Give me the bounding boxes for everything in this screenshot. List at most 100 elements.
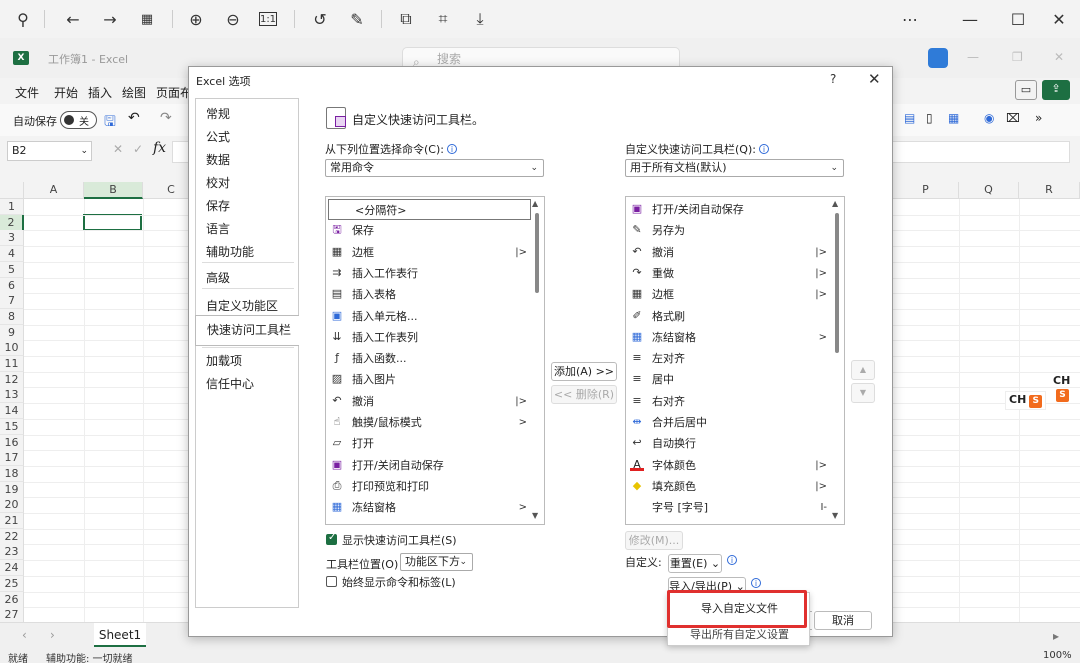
more-icon[interactable]: ⋯ <box>899 8 921 30</box>
scroll-down-icon[interactable]: ▼ <box>832 511 838 520</box>
tab-file[interactable]: 文件 <box>15 84 39 101</box>
list-item[interactable]: ▦ 边框 |> <box>328 242 531 263</box>
download-icon[interactable]: ⤓ <box>469 8 491 30</box>
scroll-up-icon[interactable]: ▲ <box>832 199 838 208</box>
save-as-icon[interactable]: 🖫 <box>104 111 116 135</box>
prev-sheet-icon[interactable]: ‹ <box>22 628 27 642</box>
row-header[interactable]: 22 <box>0 528 24 545</box>
list-item[interactable]: ≡ 右对齐 <box>628 391 831 412</box>
column-header[interactable]: R <box>1019 182 1080 199</box>
undo-icon[interactable]: ↶ <box>128 110 140 126</box>
list-item[interactable]: ◆ 填充颜色 |> <box>628 476 831 497</box>
export-all-customizations-item[interactable]: 导出所有自定义设置 <box>668 623 811 647</box>
list-item[interactable]: ⎙ 打印预览和打印 <box>328 476 531 497</box>
list-item[interactable]: ▦ 边框 |> <box>628 284 831 305</box>
back-arrow-icon[interactable]: ← <box>62 8 84 30</box>
more-commands-icon[interactable]: » <box>1035 111 1042 125</box>
list-item[interactable]: 字号 [字号] I- <box>628 497 831 518</box>
document-icon[interactable]: ▯ <box>926 111 933 125</box>
toolbar-commands-list[interactable]: ▲ ▼ ▣ 打开/关闭自动保存 ✎ 另存为 ↶ 撤消 |> ↷ 重做 |> ▦ 边框 |> ✐ 格式刷 ▦ 冻结… <box>625 196 845 525</box>
row-header[interactable]: 12 <box>0 371 24 388</box>
row-header[interactable]: 4 <box>0 246 24 263</box>
comment-icon[interactable]: ▭ <box>1015 80 1037 100</box>
show-toolbar-checkbox[interactable] <box>326 532 337 545</box>
row-header[interactable]: 13 <box>0 387 24 404</box>
cancel-entry-icon[interactable]: ✕ <box>113 142 123 156</box>
row-header[interactable]: 17 <box>0 450 24 467</box>
list-item[interactable]: ↶ 撤消 |> <box>628 242 831 263</box>
row-header[interactable]: 9 <box>0 324 24 341</box>
info-icon[interactable]: i <box>751 578 761 588</box>
row-header[interactable]: 3 <box>0 230 24 247</box>
tab-home[interactable]: 开始 <box>54 84 78 101</box>
import-custom-file-item[interactable]: 导入自定义文件 <box>668 597 811 621</box>
nav-add-ins[interactable]: 加载项 <box>206 352 242 369</box>
toolbar-position-select[interactable]: 功能区下方 ⌄ <box>400 553 473 571</box>
column-header[interactable]: P <box>893 182 959 199</box>
forward-arrow-icon[interactable]: → <box>99 8 121 30</box>
next-sheet-icon[interactable]: › <box>50 628 55 642</box>
autosave-toggle[interactable]: 关 <box>60 111 97 129</box>
scrollbar-thumb[interactable] <box>535 213 539 293</box>
scrollbar[interactable]: ▲ ▼ <box>831 199 842 522</box>
row-header[interactable]: 20 <box>0 497 24 514</box>
tab-draw[interactable]: 绘图 <box>122 84 146 101</box>
list-item[interactable]: ▤ 插入表格 <box>328 284 531 305</box>
list-item[interactable]: ↷ 重做 |> <box>628 263 831 284</box>
rotate-icon[interactable]: ↺ <box>309 8 331 30</box>
edit-icon[interactable]: ✎ <box>346 8 368 30</box>
add-button[interactable]: 添加(A) >> <box>551 362 617 381</box>
row-header[interactable]: 1 <box>0 199 24 215</box>
zoom-in-icon[interactable]: ⊕ <box>185 8 207 30</box>
scrollbar[interactable]: ▲ ▼ <box>531 199 542 522</box>
row-header[interactable]: 23 <box>0 544 24 561</box>
scroll-up-icon[interactable]: ▲ <box>532 199 538 208</box>
list-item[interactable]: ≡ 居中 <box>628 369 831 390</box>
row-header[interactable]: 2 <box>0 214 24 231</box>
row-header[interactable]: 19 <box>0 481 24 498</box>
move-up-button[interactable]: ▲ <box>851 360 875 380</box>
list-item[interactable]: ƒ 插入函数... <box>328 348 531 369</box>
pin-icon[interactable]: ⚲ <box>12 8 34 30</box>
list-item[interactable]: ▣ 打开/关闭自动保存 <box>628 199 831 220</box>
list-item[interactable]: A 字体颜色 |> <box>628 455 831 476</box>
remove-button[interactable]: << 删除(R) <box>551 385 617 404</box>
clear-format-icon[interactable]: ⌧ <box>1006 111 1020 125</box>
list-item[interactable]: ≡ 左对齐 <box>628 348 831 369</box>
row-header[interactable]: 21 <box>0 513 24 529</box>
close-icon[interactable]: ✕ <box>1054 50 1064 64</box>
list-item[interactable]: ⇉ 插入工作表行 <box>328 263 531 284</box>
list-item[interactable]: ⇊ 插入工作表列 <box>328 327 531 348</box>
tab-page-layout[interactable]: 页面布 <box>156 84 192 101</box>
actual-size-icon[interactable]: 1:1 <box>259 12 277 26</box>
nav-customize-ribbon[interactable]: 自定义功能区 <box>206 297 278 314</box>
list-item[interactable]: ☝ 触摸/鼠标模式 > <box>328 412 531 433</box>
share-icon[interactable]: ⇪ <box>1042 80 1070 100</box>
maximize-icon[interactable]: ☐ <box>1007 8 1029 30</box>
list-item[interactable]: ▣ 打开/关闭自动保存 <box>328 455 531 476</box>
circle-icon[interactable]: ◉ <box>984 111 994 125</box>
copilot-icon[interactable] <box>928 48 948 68</box>
info-icon[interactable]: i <box>446 144 457 154</box>
screen-capture-icon[interactable]: ⌗ <box>432 8 454 30</box>
list-item[interactable]: ✎ 另存为 <box>628 220 831 241</box>
sheet-tab[interactable]: Sheet1 <box>94 623 146 647</box>
column-header[interactable]: A <box>24 182 84 199</box>
row-header[interactable]: 24 <box>0 560 24 577</box>
row-header[interactable]: 5 <box>0 261 24 278</box>
name-box[interactable]: B2 ⌄ <box>7 141 92 161</box>
list-item[interactable]: ▦ 冻结窗格 > <box>628 327 831 348</box>
ime-indicator[interactable]: CH S <box>1053 374 1080 402</box>
status-accessibility[interactable]: 辅助功能: 一切就绪 <box>46 650 133 663</box>
redo-icon[interactable]: ↷ <box>160 110 172 126</box>
column-header[interactable]: B <box>84 182 143 199</box>
list-item[interactable]: ✐ 格式刷 <box>628 306 831 327</box>
list-item[interactable]: <分隔符> <box>328 199 531 220</box>
info-icon[interactable]: i <box>758 144 769 154</box>
minimize-icon[interactable]: — <box>959 8 981 30</box>
tab-insert[interactable]: 插入 <box>88 84 112 101</box>
table-icon[interactable]: ▦ <box>948 111 959 125</box>
always-show-labels-checkbox[interactable] <box>326 576 337 587</box>
modify-button[interactable]: 修改(M)... <box>625 531 683 550</box>
nav-advanced[interactable]: 高级 <box>206 269 230 286</box>
